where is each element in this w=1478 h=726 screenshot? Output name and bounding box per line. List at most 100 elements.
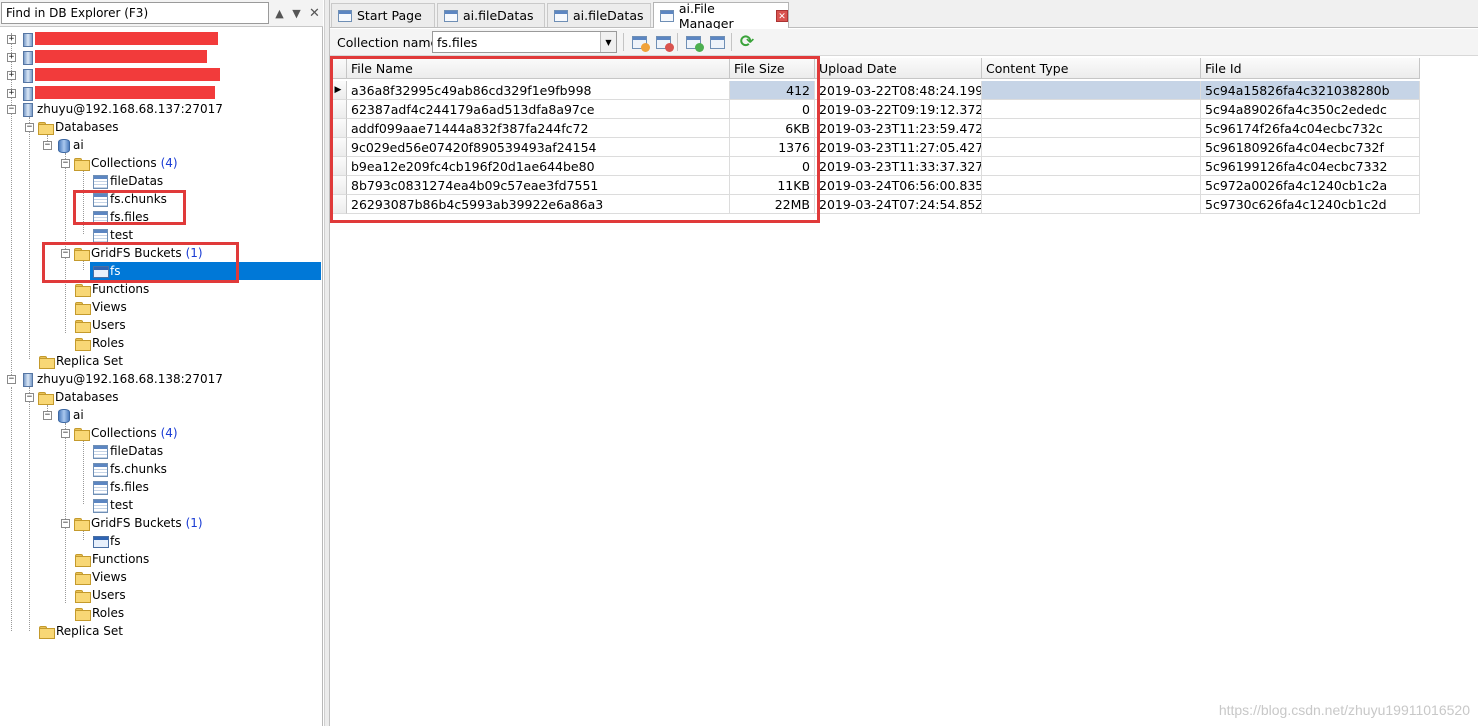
tree-node-collection-filedatas[interactable]: fileDatas bbox=[92, 442, 163, 460]
node-label: Databases bbox=[55, 120, 119, 134]
tree-node-gridfs-buckets[interactable]: − GridFS Buckets (1) bbox=[61, 244, 203, 262]
close-tab-icon[interactable]: ✕ bbox=[776, 9, 788, 22]
tree-node-bucket-fs[interactable]: fs bbox=[92, 532, 120, 550]
column-header-file-id[interactable]: File Id bbox=[1201, 58, 1420, 79]
redacted-server-node[interactable]: + bbox=[7, 48, 37, 66]
cell-size[interactable]: 6KB bbox=[730, 119, 815, 138]
cell-type[interactable] bbox=[982, 176, 1201, 195]
cell-type[interactable] bbox=[982, 157, 1201, 176]
column-header-content-type[interactable]: Content Type bbox=[982, 58, 1201, 79]
cell-type[interactable] bbox=[982, 100, 1201, 119]
cell-name[interactable]: 8b793c0831274ea4b09c57eae3fd7551 bbox=[347, 176, 730, 195]
cell-size[interactable]: 0 bbox=[730, 100, 815, 119]
redacted-server-node[interactable]: + bbox=[7, 66, 37, 84]
add-file-button[interactable] bbox=[629, 33, 650, 52]
row-header[interactable] bbox=[330, 176, 347, 195]
cell-size[interactable]: 0 bbox=[730, 157, 815, 176]
cell-date[interactable]: 2019-03-23T11:33:37.327Z bbox=[815, 157, 982, 176]
tree-node-collection-fs-chunks[interactable]: fs.chunks bbox=[92, 190, 167, 208]
tab-ai-filedatas-2[interactable]: ai.fileDatas bbox=[547, 3, 651, 27]
delete-file-button[interactable] bbox=[653, 33, 674, 52]
tree-node-collection-fs-chunks[interactable]: fs.chunks bbox=[92, 460, 167, 478]
cell-date[interactable]: 2019-03-23T11:27:05.427Z bbox=[815, 138, 982, 157]
tree-node-collection-fs-files[interactable]: fs.files bbox=[92, 478, 149, 496]
cell-id[interactable]: 5c96180926fa4c04ecbc732f bbox=[1201, 138, 1420, 157]
tree-node-databases[interactable]: − Databases bbox=[25, 388, 119, 406]
column-header-file-name[interactable]: File Name bbox=[347, 58, 730, 79]
refresh-button[interactable]: ⟳ bbox=[737, 32, 757, 52]
cell-date[interactable]: 2019-03-23T11:23:59.472Z bbox=[815, 119, 982, 138]
cell-size[interactable]: 1376 bbox=[730, 138, 815, 157]
tree-node-users[interactable]: Users bbox=[74, 316, 126, 334]
tree-node-collection-filedatas[interactable]: fileDatas bbox=[92, 172, 163, 190]
row-header[interactable] bbox=[330, 157, 347, 176]
properties-button[interactable] bbox=[707, 33, 727, 51]
cell-id[interactable]: 5c94a15826fa4c321038280b bbox=[1201, 81, 1420, 100]
tree-node-db-ai[interactable]: − ai bbox=[43, 136, 84, 154]
close-icon[interactable]: ✕ bbox=[306, 2, 323, 24]
cell-id[interactable]: 5c96199126fa4c04ecbc7332 bbox=[1201, 157, 1420, 176]
cell-name[interactable]: 9c029ed56e07420f890539493af24154 bbox=[347, 138, 730, 157]
tree-node-roles[interactable]: Roles bbox=[74, 604, 124, 622]
tree-node-collections[interactable]: − Collections (4) bbox=[61, 154, 178, 172]
tree-node-gridfs-buckets[interactable]: − GridFS Buckets (1) bbox=[61, 514, 203, 532]
cell-id[interactable]: 5c972a0026fa4c1240cb1c2a bbox=[1201, 176, 1420, 195]
tree-node-server2[interactable]: − zhuyu@192.168.68.138:27017 bbox=[7, 370, 223, 388]
row-header[interactable] bbox=[330, 100, 347, 119]
cell-size[interactable]: 11KB bbox=[730, 176, 815, 195]
row-header[interactable] bbox=[330, 119, 347, 138]
folder-icon bbox=[74, 336, 91, 351]
cell-name[interactable]: 62387adf4c244179a6ad513dfa8a97ce bbox=[347, 100, 730, 119]
tree-node-roles[interactable]: Roles bbox=[74, 334, 124, 352]
cell-date[interactable]: 2019-03-24T06:56:00.835Z bbox=[815, 176, 982, 195]
tab-ai-file-manager[interactable]: ai.File Manager ✕ bbox=[653, 1, 789, 31]
redacted-server-node[interactable]: + bbox=[7, 30, 37, 48]
tree-node-db-ai[interactable]: − ai bbox=[43, 406, 84, 424]
cell-id[interactable]: 5c94a89026fa4c350c2ededc bbox=[1201, 100, 1420, 119]
row-header[interactable] bbox=[330, 195, 347, 214]
tree-node-functions[interactable]: Functions bbox=[74, 550, 149, 568]
cell-name[interactable]: b9ea12e209fc4cb196f20d1ae644be80 bbox=[347, 157, 730, 176]
column-header-upload-date[interactable]: Upload Date bbox=[815, 58, 982, 79]
cell-name[interactable]: a36a8f32995c49ab86cd329f1e9fb998 bbox=[347, 81, 730, 100]
explorer-search-input[interactable] bbox=[1, 2, 269, 24]
cell-size[interactable]: 22MB bbox=[730, 195, 815, 214]
cell-type[interactable] bbox=[982, 119, 1201, 138]
cell-date[interactable]: 2019-03-22T09:19:12.372Z bbox=[815, 100, 982, 119]
cell-id[interactable]: 5c9730c626fa4c1240cb1c2d bbox=[1201, 195, 1420, 214]
row-header[interactable] bbox=[330, 138, 347, 157]
tab-ai-filedatas[interactable]: ai.fileDatas bbox=[437, 3, 545, 27]
cell-type[interactable] bbox=[982, 81, 1201, 100]
search-down-icon[interactable]: ▼ bbox=[288, 2, 305, 24]
tree-node-replica-set[interactable]: Replica Set bbox=[38, 352, 123, 370]
cell-name[interactable]: addf099aae71444a832f387fa244fc72 bbox=[347, 119, 730, 138]
chevron-down-icon[interactable]: ▼ bbox=[600, 32, 616, 52]
tree-node-bucket-fs[interactable]: fs bbox=[92, 262, 120, 280]
search-up-icon[interactable]: ▲ bbox=[271, 2, 288, 24]
cell-date[interactable]: 2019-03-22T08:48:24.199Z bbox=[815, 81, 982, 100]
tree-node-collection-test[interactable]: test bbox=[92, 226, 133, 244]
cell-name[interactable]: 26293087b86b4c5993ab39922e6a86a3 bbox=[347, 195, 730, 214]
tree-node-functions[interactable]: Functions bbox=[74, 280, 149, 298]
download-button[interactable] bbox=[683, 33, 704, 52]
folder-icon bbox=[74, 588, 91, 603]
tree-node-replica-set[interactable]: Replica Set bbox=[38, 622, 123, 640]
cell-type[interactable] bbox=[982, 195, 1201, 214]
tree-node-views[interactable]: Views bbox=[74, 568, 127, 586]
count-badge: (1) bbox=[185, 246, 203, 260]
column-header-file-size[interactable]: File Size bbox=[730, 58, 815, 79]
tree-node-server1[interactable]: − zhuyu@192.168.68.137:27017 bbox=[7, 100, 223, 118]
cell-date[interactable]: 2019-03-24T07:24:54.85Z bbox=[815, 195, 982, 214]
collection-name-select[interactable]: fs.files ▼ bbox=[432, 31, 617, 53]
cell-size[interactable]: 412 bbox=[730, 81, 815, 100]
tree-node-users[interactable]: Users bbox=[74, 586, 126, 604]
tree-node-views[interactable]: Views bbox=[74, 298, 127, 316]
row-header[interactable]: ▶ bbox=[330, 81, 347, 100]
tree-node-collection-test[interactable]: test bbox=[92, 496, 133, 514]
tree-node-collection-fs-files[interactable]: fs.files bbox=[92, 208, 149, 226]
tree-node-databases[interactable]: − Databases bbox=[25, 118, 119, 136]
cell-id[interactable]: 5c96174f26fa4c04ecbc732c bbox=[1201, 119, 1420, 138]
tree-node-collections[interactable]: − Collections (4) bbox=[61, 424, 178, 442]
tab-start-page[interactable]: Start Page bbox=[331, 3, 435, 27]
cell-type[interactable] bbox=[982, 138, 1201, 157]
